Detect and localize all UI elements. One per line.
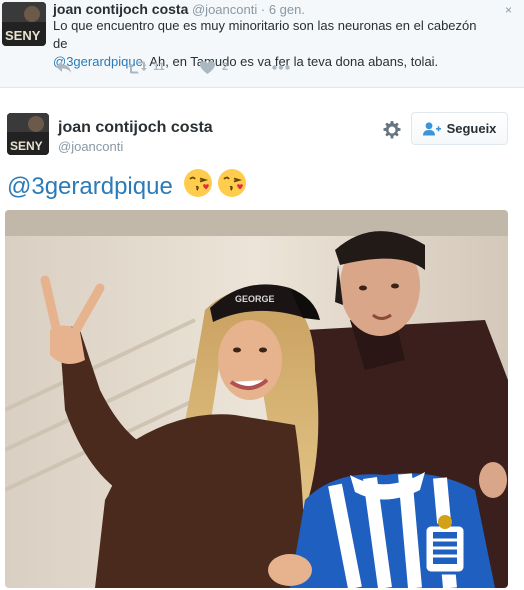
more-dots-icon bbox=[272, 64, 290, 70]
reply-timestamp[interactable]: 6 gen. bbox=[269, 2, 305, 17]
kiss-emoji-icon bbox=[183, 168, 213, 207]
heart-icon bbox=[200, 60, 215, 74]
follow-button[interactable]: Segueix bbox=[411, 112, 508, 145]
retweet-button[interactable]: 11 bbox=[128, 61, 200, 74]
reply-button[interactable] bbox=[56, 60, 128, 74]
reply-actions: 11 2 bbox=[56, 58, 290, 76]
add-user-icon bbox=[422, 121, 441, 135]
avatar-logo-text: SENY bbox=[10, 139, 43, 153]
tweet-photo[interactable]: GEORGE bbox=[5, 210, 508, 588]
like-count: 2 bbox=[222, 61, 229, 73]
separator-dot: · bbox=[260, 2, 266, 17]
main-author-name[interactable]: joan contijoch costa bbox=[58, 119, 213, 137]
main-mention-link[interactable]: @3gerardpique bbox=[7, 173, 173, 200]
follow-label: Segueix bbox=[446, 121, 497, 136]
reply-icon bbox=[56, 61, 71, 73]
reply-tweet[interactable]: SENY joan contijoch costa @joanconti · 6… bbox=[0, 0, 524, 88]
avatar-image: SENY bbox=[2, 2, 46, 46]
more-button[interactable] bbox=[272, 64, 290, 70]
close-icon[interactable]: × bbox=[505, 3, 512, 17]
avatar-logo-text: SENY bbox=[5, 28, 41, 43]
reply-author-handle[interactable]: @joanconti bbox=[192, 2, 257, 17]
main-avatar[interactable]: SENY bbox=[7, 113, 49, 155]
reply-header: joan contijoch costa @joanconti · 6 gen. bbox=[53, 1, 305, 17]
reply-author-name[interactable]: joan contijoch costa bbox=[53, 1, 188, 17]
kiss-emoji-icon bbox=[217, 168, 247, 207]
retweet-icon bbox=[128, 61, 147, 73]
gear-icon[interactable] bbox=[383, 121, 401, 139]
avatar-image: SENY bbox=[7, 113, 49, 155]
like-button[interactable]: 2 bbox=[200, 60, 272, 74]
main-author-handle[interactable]: @joanconti bbox=[58, 139, 123, 154]
main-tweet-text: @3gerardpique bbox=[7, 168, 247, 207]
cap-logo-text: GEORGE bbox=[235, 294, 275, 304]
reply-text-part1: Lo que encuentro que es muy minoritario … bbox=[53, 18, 477, 51]
retweet-count: 11 bbox=[153, 61, 165, 73]
photo-image: GEORGE bbox=[5, 210, 508, 588]
reply-avatar[interactable]: SENY bbox=[2, 2, 46, 46]
